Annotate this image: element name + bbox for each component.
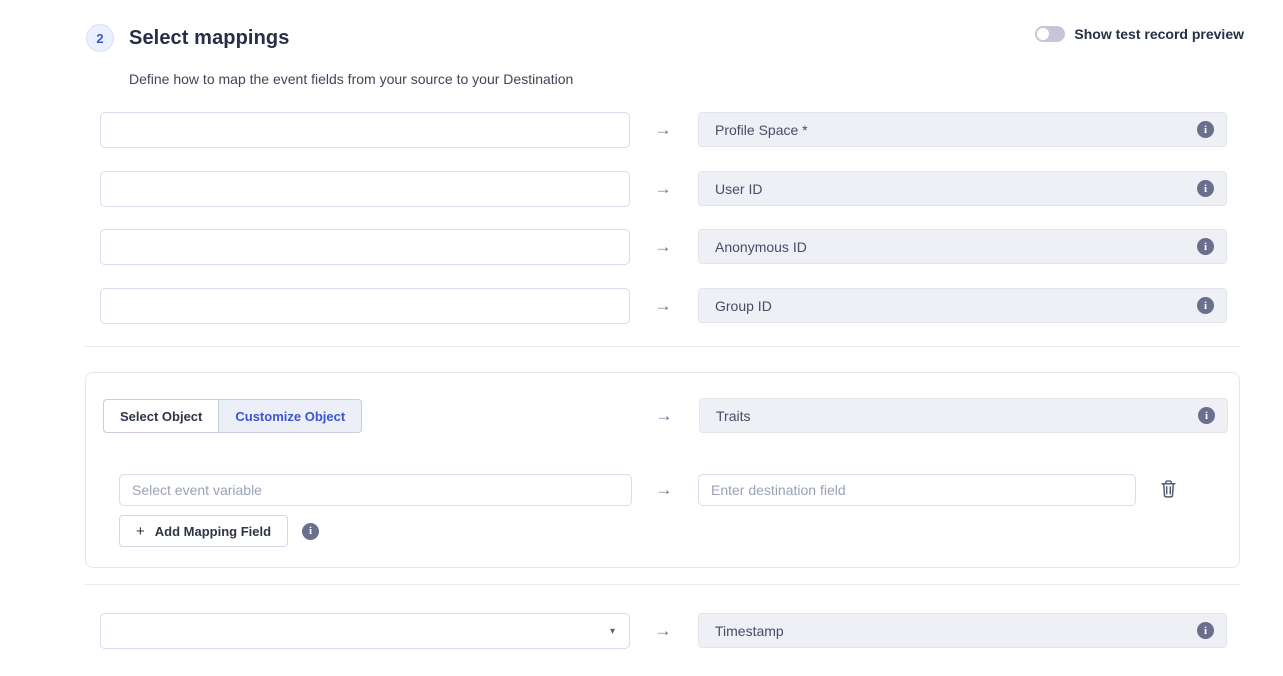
destination-label: Profile Space * bbox=[715, 122, 1197, 138]
destination-label: Traits bbox=[716, 408, 1198, 424]
destination-label: Anonymous ID bbox=[715, 239, 1197, 255]
destination-label: Group ID bbox=[715, 298, 1197, 314]
arrow-right-icon: → bbox=[646, 171, 680, 207]
source-input-group-id[interactable] bbox=[100, 288, 630, 324]
add-mapping-field-row: + Add Mapping Field i bbox=[119, 515, 319, 547]
test-record-preview-toggle-group: Show test record preview bbox=[1035, 26, 1244, 42]
destination-field-anonymous-id: Anonymous ID i bbox=[698, 229, 1227, 264]
arrow-right-icon: → bbox=[646, 229, 680, 265]
arrow-right-icon: → bbox=[646, 112, 680, 148]
arrow-right-icon: → bbox=[647, 472, 681, 508]
step-number-badge: 2 bbox=[86, 24, 114, 52]
trash-icon bbox=[1160, 480, 1177, 501]
show-test-record-preview-toggle[interactable] bbox=[1035, 26, 1065, 42]
section-divider bbox=[85, 584, 1240, 585]
destination-label: Timestamp bbox=[715, 623, 1197, 639]
destination-label: User ID bbox=[715, 181, 1197, 197]
source-input-user-id[interactable] bbox=[100, 171, 630, 207]
source-input-anonymous-id[interactable] bbox=[100, 229, 630, 265]
toggle-label: Show test record preview bbox=[1074, 26, 1244, 42]
toggle-knob bbox=[1037, 28, 1049, 40]
arrow-right-icon: → bbox=[646, 288, 680, 324]
step-number: 2 bbox=[96, 31, 103, 46]
destination-field-profile-space: Profile Space * i bbox=[698, 112, 1227, 147]
section-divider bbox=[85, 346, 1240, 347]
select-mappings-panel: 2 Select mappings Define how to map the … bbox=[0, 0, 1283, 676]
info-icon[interactable]: i bbox=[1197, 297, 1214, 314]
delete-mapping-row-button[interactable] bbox=[1156, 478, 1180, 502]
select-event-variable-input[interactable] bbox=[119, 474, 632, 506]
timestamp-source-select[interactable]: ▾ bbox=[100, 613, 630, 649]
destination-field-user-id: User ID i bbox=[698, 171, 1227, 206]
source-input-profile-space[interactable] bbox=[100, 112, 630, 148]
tab-customize-object[interactable]: Customize Object bbox=[218, 399, 362, 433]
tab-select-object[interactable]: Select Object bbox=[103, 399, 218, 433]
info-icon[interactable]: i bbox=[302, 523, 319, 540]
arrow-right-icon: → bbox=[647, 398, 681, 434]
add-mapping-field-label: Add Mapping Field bbox=[155, 524, 271, 539]
page-subtitle: Define how to map the event fields from … bbox=[129, 71, 573, 87]
arrow-right-icon: → bbox=[646, 613, 680, 649]
traits-mapping-card: Select Object Customize Object → Traits … bbox=[85, 372, 1240, 568]
page-title: Select mappings bbox=[129, 27, 289, 50]
info-icon[interactable]: i bbox=[1197, 622, 1214, 639]
info-icon[interactable]: i bbox=[1197, 238, 1214, 255]
destination-field-timestamp: Timestamp i bbox=[698, 613, 1227, 648]
destination-field-traits: Traits i bbox=[699, 398, 1228, 433]
info-icon[interactable]: i bbox=[1197, 180, 1214, 197]
enter-destination-field-input[interactable] bbox=[698, 474, 1136, 506]
info-icon[interactable]: i bbox=[1197, 121, 1214, 138]
info-icon[interactable]: i bbox=[1198, 407, 1215, 424]
plus-icon: + bbox=[136, 523, 145, 540]
add-mapping-field-button[interactable]: + Add Mapping Field bbox=[119, 515, 288, 547]
destination-field-group-id: Group ID i bbox=[698, 288, 1227, 323]
chevron-down-icon: ▾ bbox=[610, 626, 615, 637]
object-mode-segmented-control: Select Object Customize Object bbox=[103, 399, 362, 433]
